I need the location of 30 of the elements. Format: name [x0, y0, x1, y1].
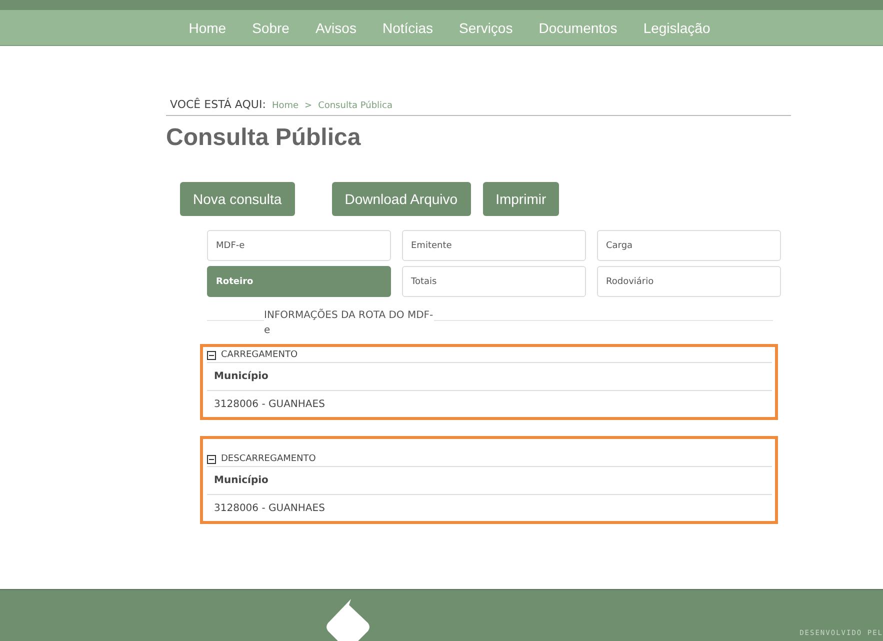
nav-link[interactable]: Home	[188, 20, 226, 36]
action-button[interactable]: Imprimir	[482, 182, 560, 216]
group-title: CARREGAMENTO	[221, 350, 298, 360]
tab[interactable]: Carga	[597, 230, 781, 261]
breadcrumb-link[interactable]: Home	[272, 101, 299, 111]
group-title: DESCARREGAMENTO	[221, 454, 316, 464]
nav-link[interactable]: Serviços	[459, 20, 513, 36]
collapse-icon[interactable]	[207, 350, 216, 360]
page-title: Consulta Pública	[166, 124, 362, 152]
field-label: Município	[207, 467, 772, 495]
field-value: 3128006 - GUANHAES	[213, 398, 326, 412]
nav-link[interactable]: Sobre	[252, 20, 290, 36]
tab[interactable]: Rodoviário	[597, 266, 781, 297]
nav-link[interactable]: Legislação	[643, 20, 710, 36]
nav-link[interactable]: Documentos	[538, 20, 618, 36]
action-button[interactable]: Download Arquivo	[332, 182, 471, 216]
breadcrumb-link[interactable]: Consulta Pública	[318, 101, 393, 111]
field-label: Município	[207, 363, 772, 391]
breadcrumb-separator: >	[304, 101, 312, 111]
tab[interactable]: Roteiro	[207, 266, 391, 297]
nav-link[interactable]: Notícias	[382, 20, 434, 36]
tab[interactable]: MDF-e	[207, 230, 391, 261]
nav-link[interactable]: Avisos	[315, 20, 356, 36]
tab[interactable]: Emitente	[402, 230, 586, 261]
collapse-icon[interactable]	[207, 454, 216, 464]
field-value: 3128006 - GUANHAES	[213, 502, 326, 516]
action-button[interactable]: Nova consulta	[180, 182, 295, 216]
section-title: INFORMAÇÕES DA ROTA DO MDF-e	[264, 308, 434, 338]
tab[interactable]: Totais	[402, 266, 586, 297]
breadcrumb-label: VOCÊ ESTÁ AQUI:	[170, 98, 266, 111]
